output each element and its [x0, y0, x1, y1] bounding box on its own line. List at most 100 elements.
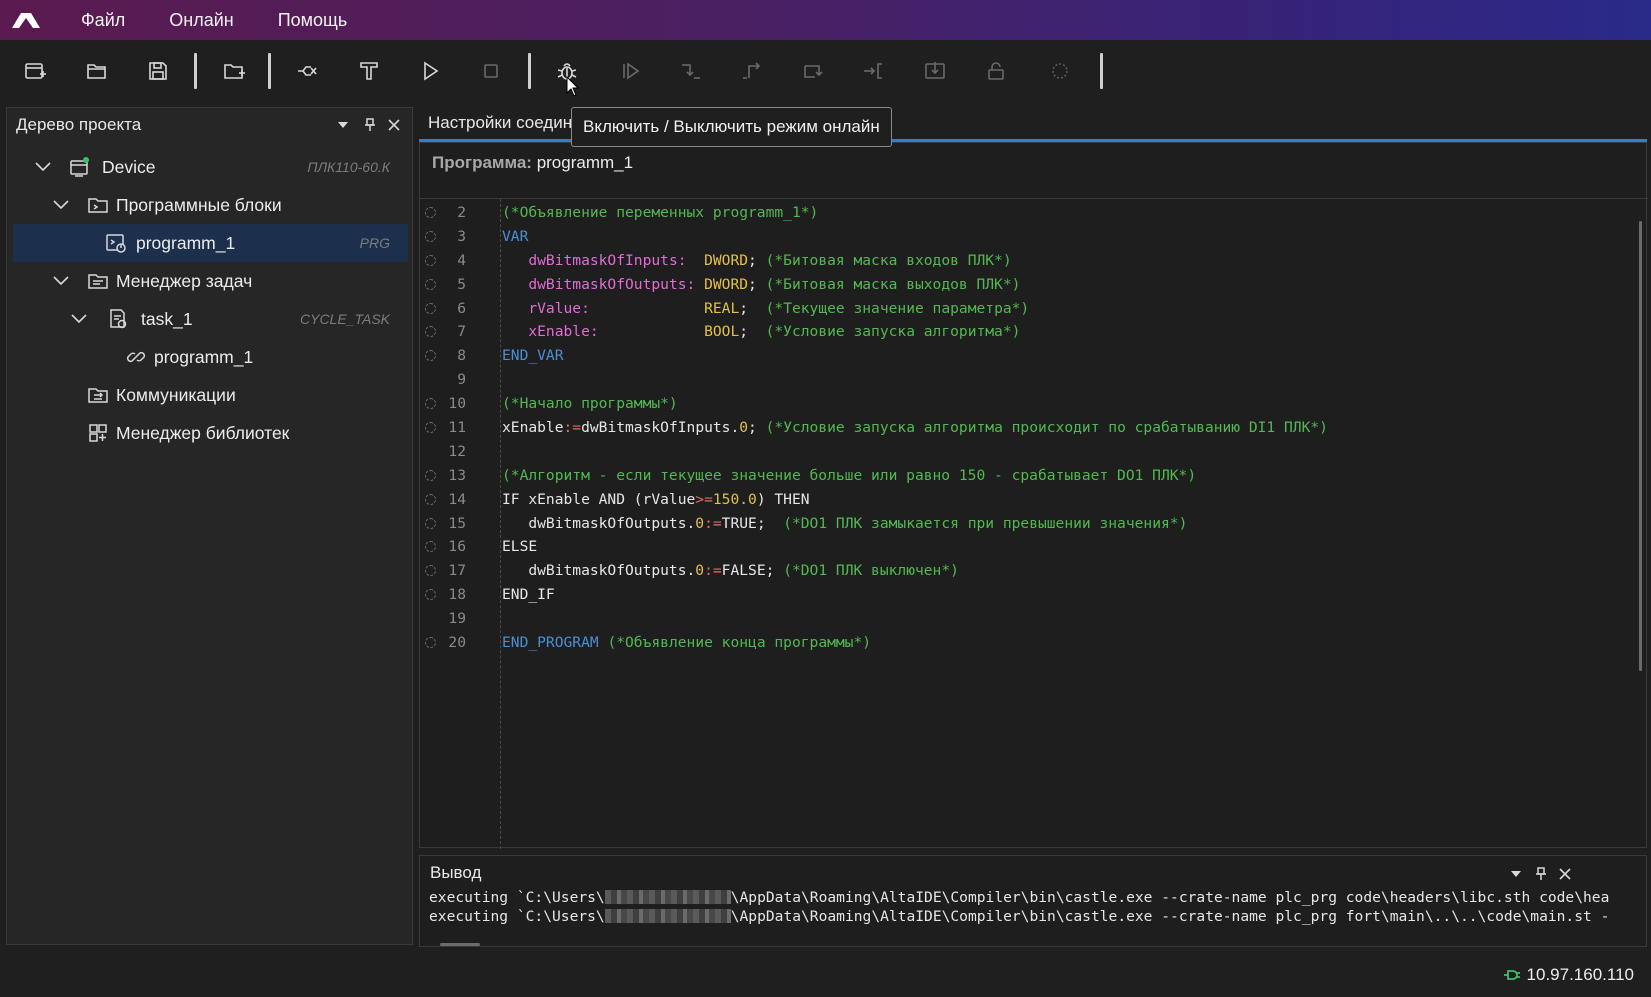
step-in-bracket-icon[interactable]: [858, 55, 890, 87]
vertical-scrollbar[interactable]: [1639, 221, 1642, 671]
tree-item-library-manager[interactable]: Менеджер библиотек: [13, 414, 408, 452]
connection-status[interactable]: 10.97.160.110: [1503, 965, 1634, 985]
code-line[interactable]: 3 VAR: [420, 225, 1640, 249]
breakpoint-marker-icon[interactable]: [425, 278, 436, 290]
unlock-icon[interactable]: [980, 55, 1012, 87]
chevron-down-icon[interactable]: [52, 272, 70, 290]
code-line[interactable]: 15 dwBitmaskOfOutputs.0:=TRUE; (*DO1 ПЛК…: [420, 512, 1640, 536]
code-line[interactable]: 16 ELSE: [420, 535, 1640, 559]
build-icon[interactable]: [291, 55, 323, 87]
breakpoint-marker-icon[interactable]: [425, 398, 436, 410]
line-number: 14: [448, 490, 466, 508]
code-line[interactable]: 8 END_VAR: [420, 344, 1640, 368]
step-out-icon[interactable]: [737, 55, 769, 87]
code-token: 0: [695, 514, 705, 532]
close-icon[interactable]: [1556, 865, 1574, 883]
output-line-suffix: \AppData\Roaming\AltaIDE\Compiler\bin\ca…: [730, 889, 1610, 906]
code-line[interactable]: 7 xEnable: BOOL; (*Условие запуска алгор…: [420, 320, 1640, 344]
breakpoint-marker-icon[interactable]: [425, 422, 436, 434]
connection-plug-icon: [1503, 968, 1521, 982]
breakpoint-marker-icon[interactable]: [425, 589, 436, 601]
breakpoint-marker-icon[interactable]: [425, 207, 436, 218]
tree-item-programm-1[interactable]: programm_1 PRG: [13, 224, 408, 262]
chevron-down-icon[interactable]: [34, 158, 52, 176]
open-folder-icon[interactable]: [81, 55, 113, 87]
code-line[interactable]: 9: [420, 368, 1640, 392]
code-line[interactable]: 6 rValue: REAL; (*Текущее значение парам…: [420, 297, 1640, 321]
panel-dropdown-icon[interactable]: [334, 116, 352, 134]
device-icon: [69, 156, 91, 178]
pin-icon[interactable]: [361, 116, 379, 134]
breakpoint-marker-icon[interactable]: [425, 493, 436, 505]
breakpoint-marker-icon[interactable]: [425, 254, 436, 266]
pin-icon[interactable]: [1532, 865, 1550, 883]
code-line[interactable]: 17 dwBitmaskOfOutputs.0:=FALSE; (*DO1 ПЛ…: [420, 559, 1640, 583]
save-icon[interactable]: [142, 55, 174, 87]
code-line[interactable]: 14 IF xEnable AND (rValue>=150.0) THEN: [420, 488, 1640, 512]
code-token: (*DO1 ПЛК замыкается при превышении знач…: [783, 514, 1188, 532]
code-token: dwBitmaskOfOutputs.: [502, 514, 696, 532]
code-token: VAR: [502, 227, 529, 245]
tree-item-label: Коммуникации: [116, 384, 236, 405]
code-line[interactable]: 18 END_IF: [420, 583, 1640, 607]
menu-help[interactable]: Помощь: [278, 10, 348, 31]
menu-online[interactable]: Онлайн: [169, 10, 233, 31]
tree-item-task-1[interactable]: task_1 CYCLE_TASK: [13, 300, 408, 338]
horizontal-scrollbar[interactable]: [440, 943, 480, 946]
breakpoint-marker-icon[interactable]: [425, 302, 436, 314]
chevron-down-icon[interactable]: [70, 310, 88, 328]
project-tree-header: Дерево проекта: [7, 108, 412, 142]
code-line[interactable]: 2 (*Объявление переменных programm_1*): [420, 201, 1640, 225]
menu-bar: Файл Онлайн Помощь: [0, 0, 1651, 40]
code-line[interactable]: 4 dwBitmaskOfInputs: DWORD; (*Битовая ма…: [420, 249, 1640, 273]
code-line[interactable]: 11 xEnable:=dwBitmaskOfInputs.0; (*Услови…: [420, 416, 1640, 440]
stop-icon[interactable]: [475, 55, 507, 87]
code-editor[interactable]: Программа: programm_1 2 (*Объявление пере…: [419, 142, 1648, 849]
tree-item-program-blocks[interactable]: Программные блоки: [13, 186, 408, 224]
panel-dropdown-icon[interactable]: [1507, 865, 1525, 883]
pou-type: PRG: [359, 235, 390, 251]
resume-icon[interactable]: [614, 55, 646, 87]
line-number: 16: [448, 538, 466, 556]
code-line[interactable]: 10 (*Начало программы*): [420, 392, 1640, 416]
code-token: END_PROGRAM: [502, 634, 599, 652]
program-header: Программа: programm_1: [432, 153, 633, 173]
download-icon[interactable]: [919, 55, 951, 87]
add-device-icon[interactable]: [218, 55, 250, 87]
code-token: 0: [739, 419, 749, 437]
breakpoint-marker-icon[interactable]: [425, 350, 436, 362]
new-project-icon[interactable]: [19, 55, 51, 87]
breakpoint-marker-icon[interactable]: [425, 517, 436, 529]
breakpoint-marker-icon[interactable]: [425, 565, 436, 577]
code-token: 150.0: [712, 490, 757, 508]
breakpoint-marker-icon[interactable]: [425, 230, 436, 242]
code-token: IF xEnable AND (rValue: [502, 490, 696, 508]
tree-item-programm-1-link[interactable]: programm_1: [13, 338, 408, 376]
step-into-icon[interactable]: [797, 55, 829, 87]
code-text: (*Объявление переменных programm_1*): [502, 201, 818, 225]
tab-connection-settings[interactable]: Настройки соедин: [428, 113, 572, 133]
code-line[interactable]: 13 (*Алгоритм - если текущее значение бол…: [420, 464, 1640, 488]
spinner-icon: [1044, 55, 1076, 87]
code-line[interactable]: 19: [420, 607, 1640, 631]
run-icon[interactable]: [414, 55, 446, 87]
code-line[interactable]: 5 dwBitmaskOfOutputs: DWORD; (*Битовая м…: [420, 273, 1640, 297]
breakpoint-marker-icon[interactable]: [425, 469, 436, 481]
menu-file[interactable]: Файл: [81, 10, 125, 31]
chevron-down-icon[interactable]: [52, 196, 70, 214]
format-icon[interactable]: [353, 55, 385, 87]
program-label: Программа:: [432, 153, 532, 172]
breakpoint-marker-icon[interactable]: [425, 637, 436, 649]
breakpoint-marker-icon[interactable]: [425, 326, 436, 338]
code-line[interactable]: 20 END_PROGRAM (*Объявление конца програм…: [420, 631, 1640, 655]
code-area[interactable]: 2 (*Объявление переменных programm_1*) 3 VA…: [420, 201, 1640, 655]
tree-item-device[interactable]: Device ПЛК110-60.К: [13, 148, 408, 186]
close-icon[interactable]: [385, 116, 403, 134]
step-over-icon[interactable]: [674, 55, 706, 87]
code-line[interactable]: 12: [420, 440, 1640, 464]
toolbar-separator: [1100, 53, 1103, 89]
app-logo-icon: [11, 11, 41, 29]
tree-item-task-manager[interactable]: Менеджер задач: [13, 262, 408, 300]
breakpoint-marker-icon[interactable]: [425, 541, 436, 553]
tree-item-communications[interactable]: Коммуникации: [13, 376, 408, 414]
